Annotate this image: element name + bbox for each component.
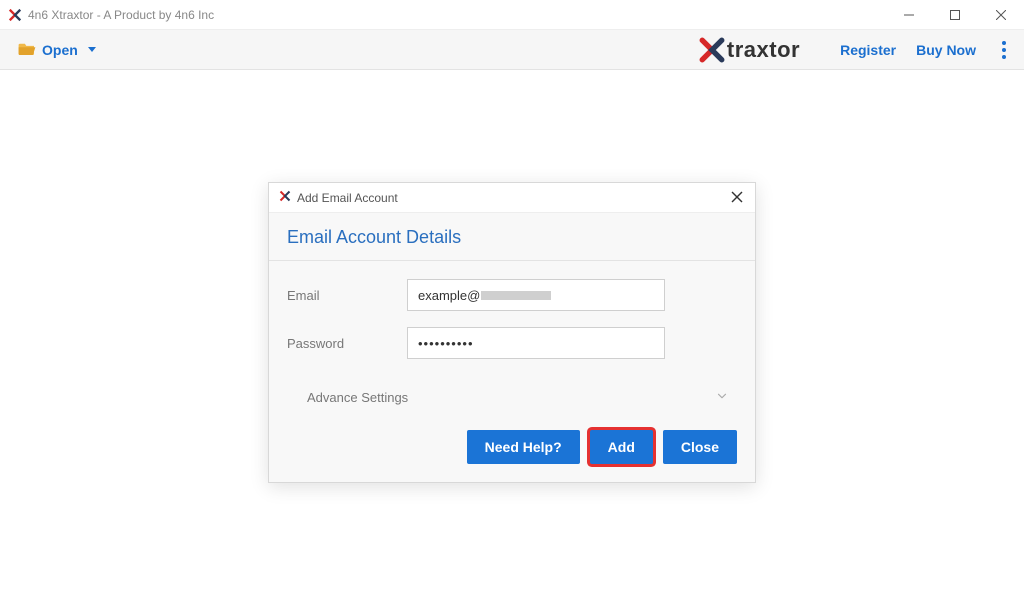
main-toolbar: Open traxtor Register Buy Now [0, 30, 1024, 70]
password-row: Password •••••••••• [287, 327, 737, 359]
password-label: Password [287, 336, 407, 351]
brand-text: traxtor [727, 37, 800, 63]
password-input[interactable]: •••••••••• [407, 327, 665, 359]
dialog-heading: Email Account Details [287, 213, 737, 260]
dialog-logo-icon [279, 190, 291, 205]
email-redacted-icon [481, 291, 551, 300]
need-help-button[interactable]: Need Help? [467, 430, 580, 464]
dialog-close-button[interactable] [729, 188, 745, 208]
toolbar-left: Open [12, 37, 102, 62]
dialog-title-left: Add Email Account [279, 190, 398, 205]
open-menu-button[interactable]: Open [12, 37, 102, 62]
email-input[interactable]: example@ [407, 279, 665, 311]
password-value: •••••••••• [418, 336, 474, 351]
window-title: 4n6 Xtraxtor - A Product by 4n6 Inc [28, 8, 214, 22]
window-controls [886, 0, 1024, 30]
separator [269, 260, 755, 261]
app-logo-icon [8, 8, 22, 22]
email-row: Email example@ [287, 279, 737, 311]
chevron-down-icon [715, 389, 729, 406]
title-left: 4n6 Xtraxtor - A Product by 4n6 Inc [8, 8, 214, 22]
brand-logo: traxtor [699, 37, 800, 63]
maximize-button[interactable] [932, 0, 978, 30]
caret-down-icon [88, 47, 96, 52]
email-value-prefix: example@ [418, 288, 480, 303]
close-window-button[interactable] [978, 0, 1024, 30]
minimize-button[interactable] [886, 0, 932, 30]
advance-settings-label: Advance Settings [307, 390, 408, 405]
window-titlebar: 4n6 Xtraxtor - A Product by 4n6 Inc [0, 0, 1024, 30]
add-button[interactable]: Add [590, 430, 653, 464]
close-button[interactable]: Close [663, 430, 737, 464]
add-email-account-dialog: Add Email Account Email Account Details … [268, 182, 756, 483]
kebab-menu-button[interactable] [996, 35, 1012, 65]
toolbar-right: traxtor Register Buy Now [699, 35, 1012, 65]
folder-icon [18, 41, 36, 58]
open-label: Open [42, 42, 78, 58]
dialog-titlebar: Add Email Account [269, 183, 755, 213]
dialog-body: Email Account Details Email example@ Pas… [269, 213, 755, 482]
dialog-buttons: Need Help? Add Close [287, 420, 737, 464]
email-label: Email [287, 288, 407, 303]
buy-now-link[interactable]: Buy Now [916, 42, 976, 58]
register-link[interactable]: Register [840, 42, 896, 58]
advance-settings-toggle[interactable]: Advance Settings [287, 375, 737, 420]
dialog-title: Add Email Account [297, 191, 398, 205]
